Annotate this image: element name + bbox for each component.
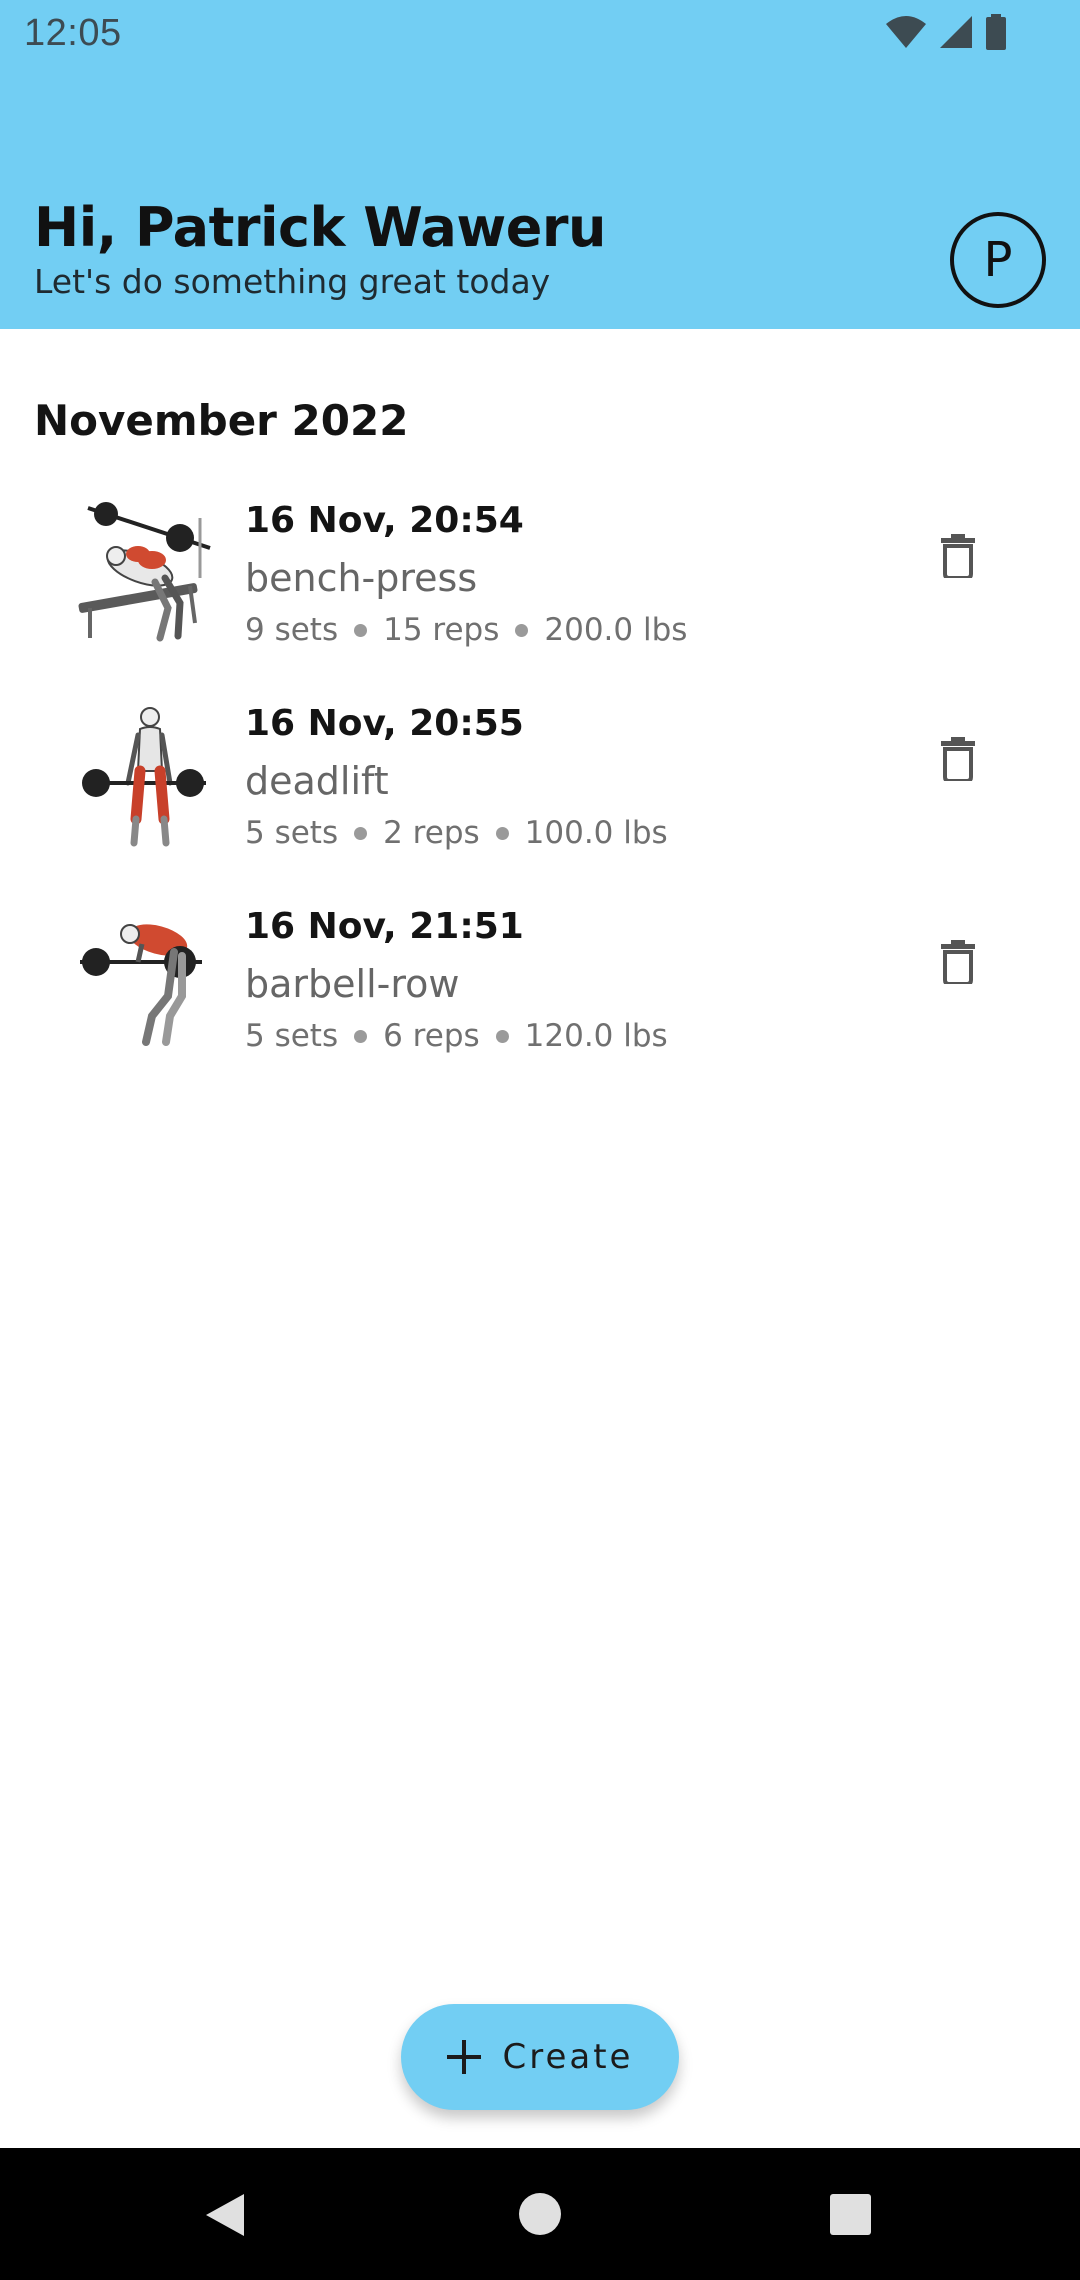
month-heading: November 2022 [34,396,409,445]
workout-sets: 9 sets [245,612,339,648]
workout-weight: 200.0 lbs [544,612,688,648]
separator-dot [354,826,368,840]
workout-date: 16 Nov, 21:51 [245,906,524,947]
workout-meta: 5 sets 2 reps 100.0 lbs [245,815,668,851]
wifi-icon [886,16,926,48]
separator-dot [354,623,368,637]
greeting-title: Hi, Patrick Waweru [34,196,606,259]
app-header: 12:05 Hi, Patrick Waweru Let's do someth… [0,0,1080,329]
status-icons [884,14,1008,50]
avatar[interactable]: P [950,212,1046,308]
delete-button[interactable] [920,924,996,1000]
workout-exercise: barbell-row [245,962,460,1006]
recents-icon[interactable] [830,2194,871,2235]
list-item[interactable]: 16 Nov, 21:51 barbell-row 5 sets 6 reps … [0,896,1080,1099]
workout-reps: 6 reps [383,1018,480,1054]
delete-button[interactable] [920,721,996,797]
separator-dot [515,623,529,637]
greeting-subtitle: Let's do something great today [34,262,551,301]
trash-icon [941,534,975,578]
separator-dot [495,826,509,840]
create-button[interactable]: Create [401,2004,679,2110]
system-nav-bar [0,2148,1080,2280]
home-icon[interactable] [519,2193,561,2235]
workout-weight: 120.0 lbs [524,1018,668,1054]
battery-icon [986,14,1006,50]
workout-exercise: deadlift [245,759,389,803]
workout-sets: 5 sets [245,1018,339,1054]
workout-reps: 2 reps [383,815,480,851]
create-button-label: Create [502,2037,634,2077]
bench-press-figure [78,502,211,642]
separator-dot [495,1029,509,1043]
workout-weight: 100.0 lbs [524,815,668,851]
trash-icon [941,737,975,781]
workout-meta: 5 sets 6 reps 120.0 lbs [245,1018,668,1054]
cellular-signal-icon [940,16,972,48]
barbell-row-figure [80,924,202,1046]
workout-date: 16 Nov, 20:55 [245,703,524,744]
separator-dot [354,1029,368,1043]
workout-meta: 9 sets 15 reps 200.0 lbs [245,612,687,648]
delete-button[interactable] [920,518,996,594]
list-item[interactable]: 16 Nov, 20:55 deadlift 5 sets 2 reps 100… [0,693,1080,896]
workout-exercise: bench-press [245,556,478,600]
list-item[interactable]: 16 Nov, 20:54 bench-press 9 sets 15 reps… [0,490,1080,693]
plus-icon [446,2040,481,2074]
status-time: 12:05 [24,12,122,54]
workout-date: 16 Nov, 20:54 [245,500,524,541]
workout-reps: 15 reps [383,612,500,648]
deadlift-figure [82,707,206,847]
workout-list: 16 Nov, 20:54 bench-press 9 sets 15 reps… [0,490,1080,1099]
trash-icon [941,940,975,984]
screen: 12:05 Hi, Patrick Waweru Let's do someth… [0,0,1080,2280]
workout-sets: 5 sets [245,815,339,851]
back-icon[interactable] [202,2192,246,2238]
